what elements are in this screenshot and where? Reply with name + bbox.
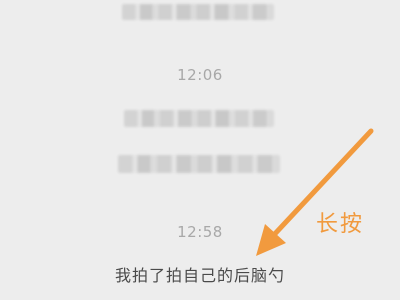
chat-screen: 12:06 12:58 我拍了拍自己的后脑勺 长按	[0, 0, 400, 300]
blurred-message-1	[122, 4, 274, 20]
blurred-message-3	[118, 155, 280, 173]
timestamp-1: 12:06	[177, 66, 223, 84]
annotation-arrow-icon	[256, 128, 374, 256]
long-press-annotation-label: 长按	[316, 212, 365, 237]
pat-system-message[interactable]: 我拍了拍自己的后脑勺	[0, 262, 400, 286]
blurred-message-2	[124, 110, 274, 127]
